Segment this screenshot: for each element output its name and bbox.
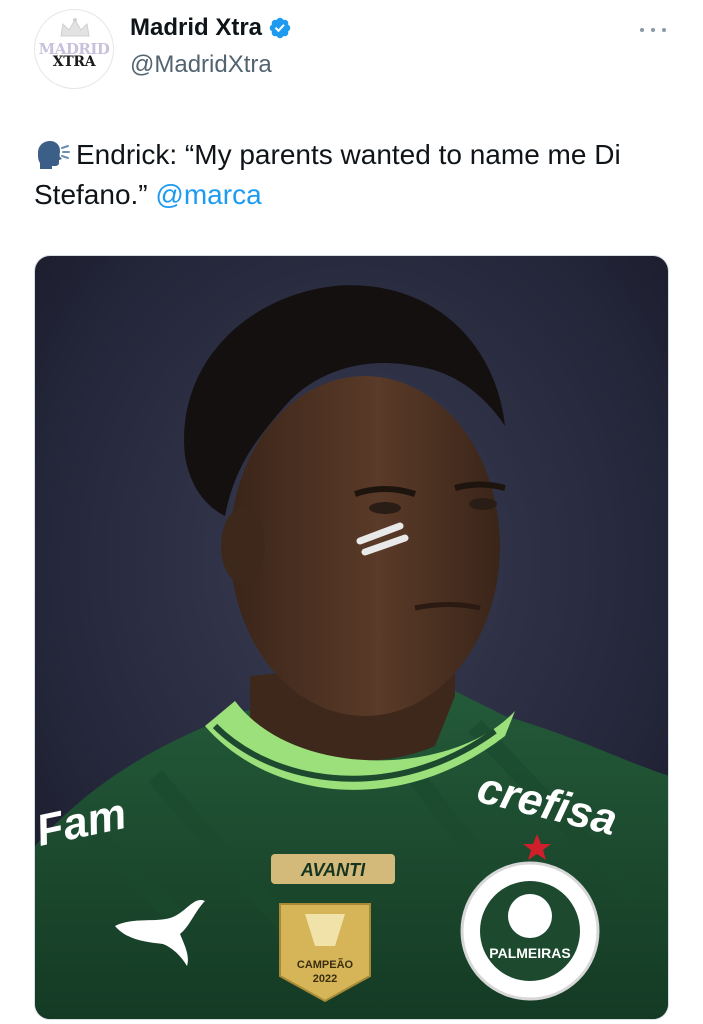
user-handle[interactable]: @MadridXtra — [130, 51, 272, 79]
dot — [662, 28, 666, 32]
tweet-text: Endrick: “My parents wanted to name me D… — [34, 135, 674, 215]
badge-text: CAMPEÃO — [297, 958, 354, 971]
player-photo: crefisa Fam AVANTI CAMPEÃO 2022 PALMEIRA… — [35, 256, 668, 1019]
display-name[interactable]: Madrid Xtra — [130, 14, 262, 42]
verified-badge-icon — [269, 17, 291, 39]
club-crest-text: PALMEIRAS — [489, 945, 570, 961]
dot — [651, 28, 655, 32]
avatar-text-bottom: XTRA — [52, 54, 96, 70]
more-options-icon[interactable] — [640, 20, 666, 40]
mention-link[interactable]: @marca — [155, 179, 261, 210]
tweet-photo[interactable]: crefisa Fam AVANTI CAMPEÃO 2022 PALMEIRA… — [34, 255, 669, 1020]
tweet-body: Endrick: “My parents wanted to name me D… — [34, 139, 621, 210]
badge-year: 2022 — [313, 973, 337, 985]
profile-avatar[interactable]: MADRID XTRA — [34, 9, 114, 89]
crown-icon — [60, 18, 90, 37]
jersey-patch-text: AVANTI — [300, 860, 366, 880]
dot — [640, 28, 644, 32]
author-name-row: Madrid Xtra — [130, 14, 292, 42]
speaking-head-icon — [38, 141, 70, 169]
